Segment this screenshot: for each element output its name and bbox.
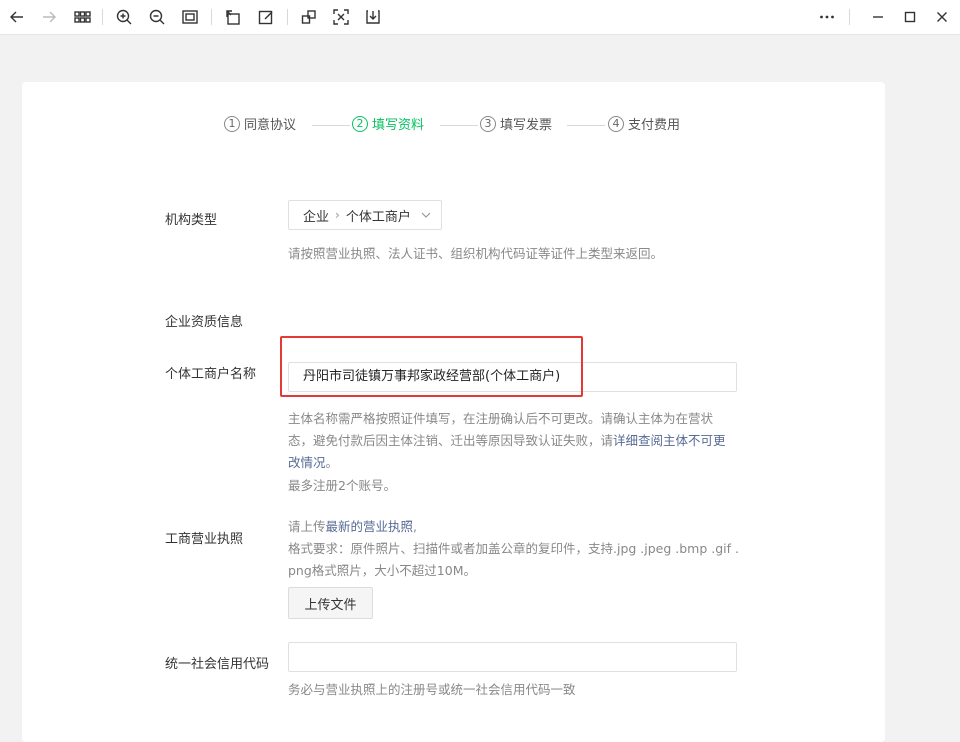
highlight-box bbox=[280, 336, 583, 397]
fit-screen-icon[interactable] bbox=[178, 5, 202, 29]
arrow-left-icon[interactable] bbox=[5, 5, 29, 29]
upload-file-button[interactable]: 上传文件 bbox=[288, 587, 373, 619]
scan-icon[interactable] bbox=[329, 5, 353, 29]
copy-icon[interactable] bbox=[297, 5, 321, 29]
zoom-in-icon[interactable] bbox=[112, 5, 136, 29]
minimize-icon[interactable] bbox=[866, 5, 890, 29]
license-label: 工商营业执照 bbox=[165, 532, 244, 547]
download-icon[interactable] bbox=[361, 5, 385, 29]
registration-form-card: 1 同意协议 2 填写资料 3 填写发票 4 支付费用 机构类型 企业 › 个体… bbox=[22, 82, 885, 742]
detail-link[interactable]: 详细查阅主体不可更 bbox=[613, 433, 726, 448]
credit-code-help: 务必与营业执照上的注册号或统一社会信用代码一致 bbox=[288, 682, 576, 697]
step-pay: 4 支付费用 bbox=[608, 114, 680, 133]
org-type-label: 机构类型 bbox=[165, 213, 218, 228]
credit-code-label: 统一社会信用代码 bbox=[165, 657, 270, 672]
account-limit-note: 最多注册2个账号。 bbox=[288, 478, 396, 493]
viewer-toolbar bbox=[0, 0, 960, 35]
maximize-icon[interactable] bbox=[898, 5, 922, 29]
latest-license-link[interactable]: 最新的营业执照 bbox=[326, 519, 414, 534]
org-type-help: 请按照营业执照、法人证书、组织机构代码证等证件上类型来返回。 bbox=[288, 246, 664, 261]
zoom-out-icon[interactable] bbox=[145, 5, 169, 29]
chevron-right-icon: › bbox=[335, 208, 340, 222]
step-fill-info: 2 填写资料 bbox=[352, 114, 424, 133]
license-help: 请上传最新的营业执照, 格式要求：原件照片、扫描件或者加盖公章的复印件，支持.j… bbox=[288, 519, 739, 578]
section-title: 企业资质信息 bbox=[165, 315, 244, 330]
business-name-label: 个体工商户名称 bbox=[165, 367, 257, 382]
step-fill-invoice: 3 填写发票 bbox=[480, 114, 552, 133]
close-icon[interactable] bbox=[930, 5, 954, 29]
org-type-select[interactable]: 企业 › 个体工商户 bbox=[288, 200, 442, 230]
step-agree: 1 同意协议 bbox=[224, 114, 296, 133]
rotate-icon[interactable] bbox=[221, 5, 245, 29]
arrow-right-icon[interactable] bbox=[37, 5, 61, 29]
detail-link-cont[interactable]: 改情况 bbox=[288, 455, 326, 470]
credit-code-input[interactable] bbox=[288, 642, 737, 672]
grid-icon[interactable] bbox=[70, 5, 94, 29]
chevron-down-icon bbox=[421, 212, 431, 218]
edit-icon[interactable] bbox=[254, 5, 278, 29]
business-name-help: 主体名称需严格按照证件填写，在注册确认后不可更改。请确认主体为在营状 态，避免付… bbox=[288, 411, 726, 470]
more-icon[interactable] bbox=[815, 5, 839, 29]
progress-steps: 1 同意协议 2 填写资料 3 填写发票 4 支付费用 bbox=[22, 114, 885, 136]
